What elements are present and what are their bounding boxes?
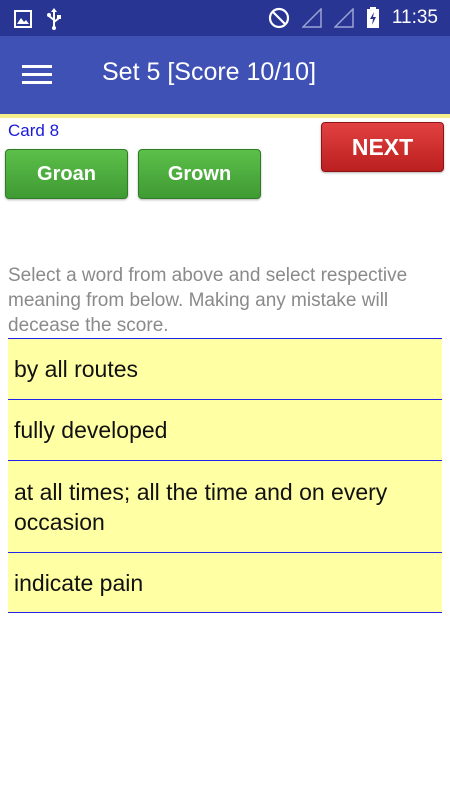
battery-charging-icon [366,7,379,28]
hamburger-menu-icon[interactable] [20,62,54,88]
word-button-grown[interactable]: Grown [138,149,261,199]
do-not-disturb-icon [268,7,289,29]
instructions-text: Select a word from above and select resp… [8,265,408,336]
meaning-item[interactable]: by all routes [8,338,442,399]
status-bar: 11:35 [0,0,450,36]
next-button[interactable]: NEXT [321,122,444,172]
word-button-groan[interactable]: Groan [5,149,128,199]
meanings-list: by all routes fully developed at all tim… [8,338,442,613]
meaning-item[interactable]: indicate pain [8,552,442,613]
usb-icon [47,8,61,30]
no-signal-icon [333,8,354,28]
meaning-item[interactable]: at all times; all the time and on every … [8,460,442,552]
app-bar: Set 5 [Score 10/10] [0,36,450,114]
meaning-item[interactable]: fully developed [8,399,442,460]
no-signal-icon [301,8,322,28]
app-bar-accent [0,114,450,118]
card-label: Card 8 [8,121,60,140]
page-title: Set 5 [Score 10/10] [102,58,317,86]
image-icon [14,10,32,28]
status-time: 11:35 [391,7,438,28]
